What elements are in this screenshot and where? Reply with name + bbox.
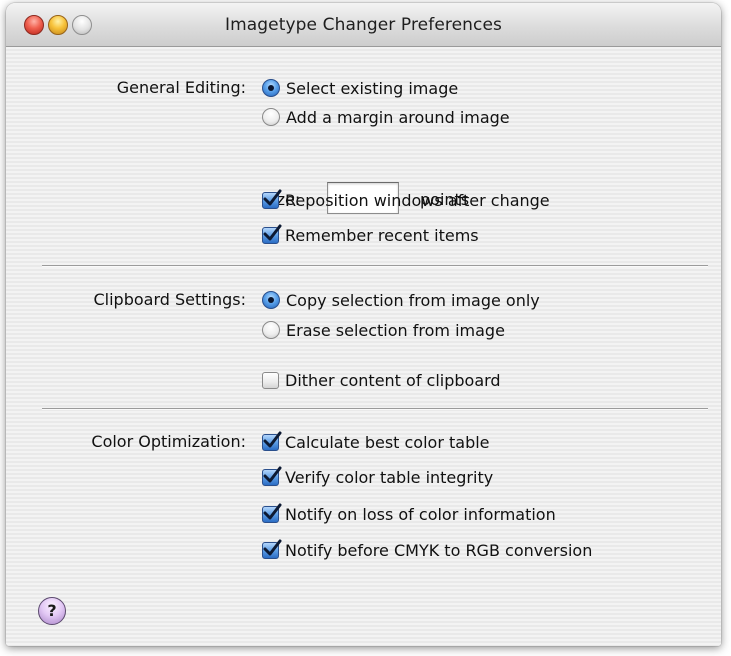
checkbox-checked[interactable]	[262, 503, 282, 523]
section-divider	[42, 408, 708, 410]
radio-erase-selection-label: Erase selection from image	[286, 320, 505, 340]
checkmark-icon	[263, 466, 282, 482]
radio-button-selected[interactable]	[262, 79, 280, 97]
checkmark-icon	[263, 431, 282, 447]
general-editing-label: General Editing:	[116, 78, 246, 97]
preferences-content: General Editing: Select existing image A…	[6, 47, 721, 646]
radio-button-unselected[interactable]	[262, 108, 280, 126]
preferences-window: Imagetype Changer Preferences General Ed…	[6, 3, 721, 646]
checkbox-remember-recent-items-label: Remember recent items	[285, 225, 479, 245]
checkbox-checked[interactable]	[262, 224, 282, 244]
window-title: Imagetype Changer Preferences	[225, 15, 502, 35]
radio-erase-selection[interactable]: Erase selection from image	[262, 319, 505, 341]
checkmark-icon	[263, 539, 282, 555]
checkbox-verify-color-table-label: Verify color table integrity	[285, 467, 494, 487]
checkbox-reposition-windows-label: Reposition windows after change	[285, 190, 550, 210]
checkmark-icon	[263, 224, 282, 240]
checkbox-unchecked[interactable]	[262, 371, 279, 389]
checkbox-notify-color-loss[interactable]: Notify on loss of color information	[262, 503, 556, 525]
checkbox-remember-recent-items[interactable]: Remember recent items	[262, 224, 479, 246]
radio-add-margin[interactable]: Add a margin around image	[262, 106, 510, 128]
radio-copy-selection[interactable]: Copy selection from image only	[262, 289, 540, 311]
checkbox-dither-clipboard[interactable]: Dither content of clipboard	[262, 369, 501, 391]
checkbox-checked[interactable]	[262, 539, 282, 559]
radio-button-selected[interactable]	[262, 291, 280, 309]
checkbox-notify-color-loss-label: Notify on loss of color information	[285, 504, 556, 524]
checkbox-checked[interactable]	[262, 431, 282, 451]
checkbox-reposition-windows[interactable]: Reposition windows after change	[262, 189, 550, 211]
checkbox-dither-clipboard-label: Dither content of clipboard	[285, 370, 501, 390]
checkmark-icon	[263, 503, 282, 519]
radio-select-existing-image-label: Select existing image	[286, 78, 459, 98]
section-divider	[42, 265, 708, 267]
radio-add-margin-label: Add a margin around image	[286, 107, 510, 127]
checkbox-verify-color-table[interactable]: Verify color table integrity	[262, 466, 493, 488]
checkbox-calculate-color-table[interactable]: Calculate best color table	[262, 431, 490, 453]
checkbox-notify-cmyk-conversion[interactable]: Notify before CMYK to RGB conversion	[262, 539, 592, 561]
title-bar[interactable]: Imagetype Changer Preferences	[6, 3, 721, 47]
checkmark-icon	[263, 189, 282, 205]
radio-select-existing-image[interactable]: Select existing image	[262, 77, 458, 99]
radio-copy-selection-label: Copy selection from image only	[286, 290, 540, 310]
radio-button-unselected[interactable]	[262, 321, 280, 339]
checkbox-checked[interactable]	[262, 189, 282, 209]
checkbox-calculate-color-table-label: Calculate best color table	[285, 432, 490, 452]
checkbox-checked[interactable]	[262, 466, 282, 486]
help-button[interactable]: ?	[38, 597, 66, 625]
color-optimization-label: Color Optimization:	[91, 432, 246, 451]
checkbox-notify-cmyk-conversion-label: Notify before CMYK to RGB conversion	[285, 540, 593, 560]
clipboard-settings-label: Clipboard Settings:	[93, 290, 246, 309]
